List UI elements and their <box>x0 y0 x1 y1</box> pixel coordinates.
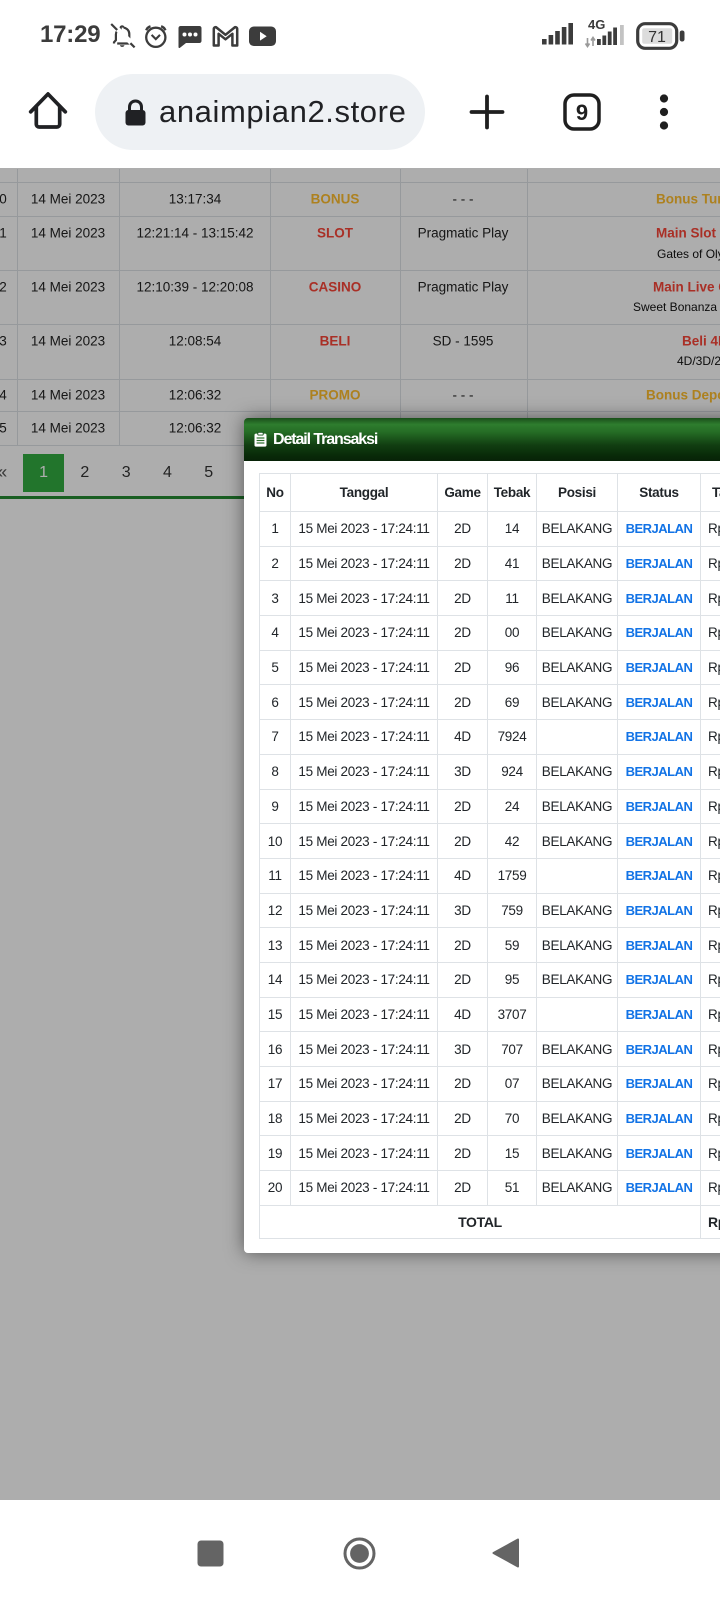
svg-text:4G: 4G <box>588 17 605 32</box>
svg-text:71: 71 <box>648 29 666 46</box>
svg-text:9: 9 <box>576 100 588 125</box>
